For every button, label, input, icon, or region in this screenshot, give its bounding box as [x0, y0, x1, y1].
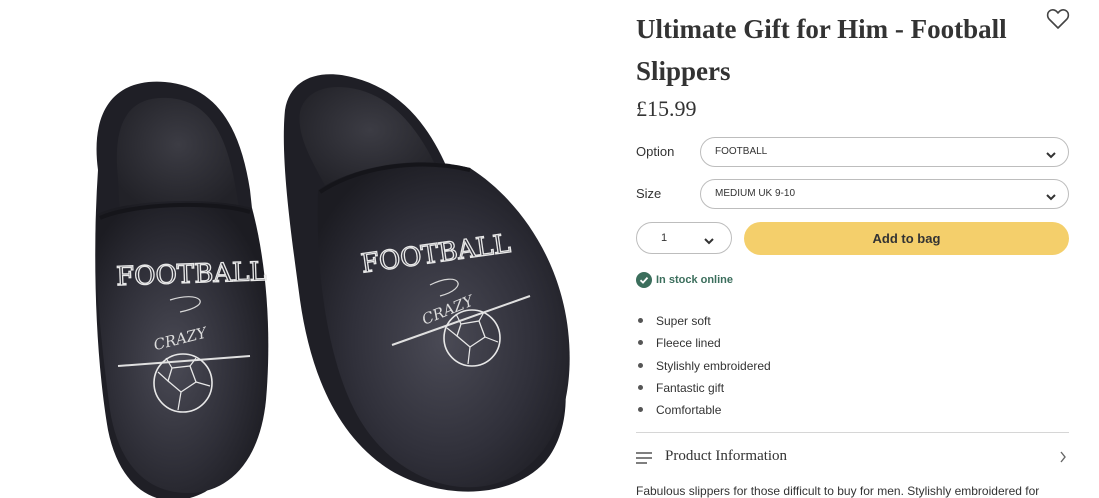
menu-lines-icon	[636, 451, 652, 464]
chevron-down-icon	[1045, 147, 1057, 159]
slippers-photo: FOOTBALL CRAZY FOOTBALL CRAZY	[95, 74, 570, 498]
product-price: £15.99	[636, 96, 697, 121]
chevron-right-icon	[1059, 450, 1067, 463]
left-slipper: FOOTBALL CRAZY	[95, 81, 269, 498]
size-label: Size	[636, 186, 662, 201]
option-select[interactable]: FOOTBALL	[700, 137, 1069, 167]
product-information-accordion[interactable]: Product Information	[636, 440, 1069, 474]
size-select[interactable]: MEDIUM UK 9-10	[700, 179, 1069, 209]
feature-text: Stylishly embroidered	[656, 358, 771, 373]
divider	[636, 432, 1069, 433]
option-label: Option	[636, 144, 675, 159]
add-to-bag-button[interactable]: Add to bag	[744, 222, 1069, 255]
chevron-down-icon	[703, 233, 715, 245]
feature-list: Super soft Fleece lined Stylishly embroi…	[636, 310, 771, 421]
bullet-icon	[638, 407, 643, 413]
chevron-down-icon	[1045, 189, 1057, 201]
bullet-icon	[638, 384, 643, 390]
feature-text: Fantastic gift	[656, 380, 725, 395]
quantity-value: 1	[661, 232, 668, 244]
quantity-select[interactable]: 1	[636, 222, 732, 254]
product-details: Ultimate Gift for Him - Football Slipper…	[636, 0, 1070, 498]
feature-text: Fleece lined	[656, 336, 721, 351]
list-item: Comfortable	[636, 399, 771, 421]
list-item: Stylishly embroidered	[636, 355, 771, 377]
product-image[interactable]: FOOTBALL CRAZY FOOTBALL CRAZY	[0, 0, 615, 498]
heart-icon[interactable]	[1046, 8, 1070, 30]
size-row: Size MEDIUM UK 9-10	[636, 179, 1069, 209]
list-item: Super soft	[636, 310, 771, 332]
product-title: Ultimate Gift for Him - Football Slipper…	[636, 14, 1007, 86]
feature-text: Comfortable	[656, 403, 722, 418]
option-select-value: FOOTBALL	[715, 146, 768, 157]
product-information-label: Product Information	[665, 448, 788, 464]
stock-status-text: In stock online	[656, 274, 734, 286]
size-select-value: MEDIUM UK 9-10	[715, 188, 796, 199]
bullet-icon	[638, 318, 643, 323]
list-item: Fleece lined	[636, 332, 771, 354]
bullet-icon	[638, 340, 643, 346]
feature-text: Super soft	[656, 314, 711, 328]
option-row: Option FOOTBALL	[636, 137, 1069, 167]
list-item: Fantastic gift	[636, 377, 771, 399]
check-circle-icon	[636, 272, 652, 288]
right-slipper: FOOTBALL CRAZY	[283, 74, 570, 492]
bullet-icon	[638, 362, 643, 368]
embroidery-text-left: FOOTBALL	[116, 257, 267, 292]
product-description: Fabulous slippers for those difficult to…	[636, 484, 1040, 498]
